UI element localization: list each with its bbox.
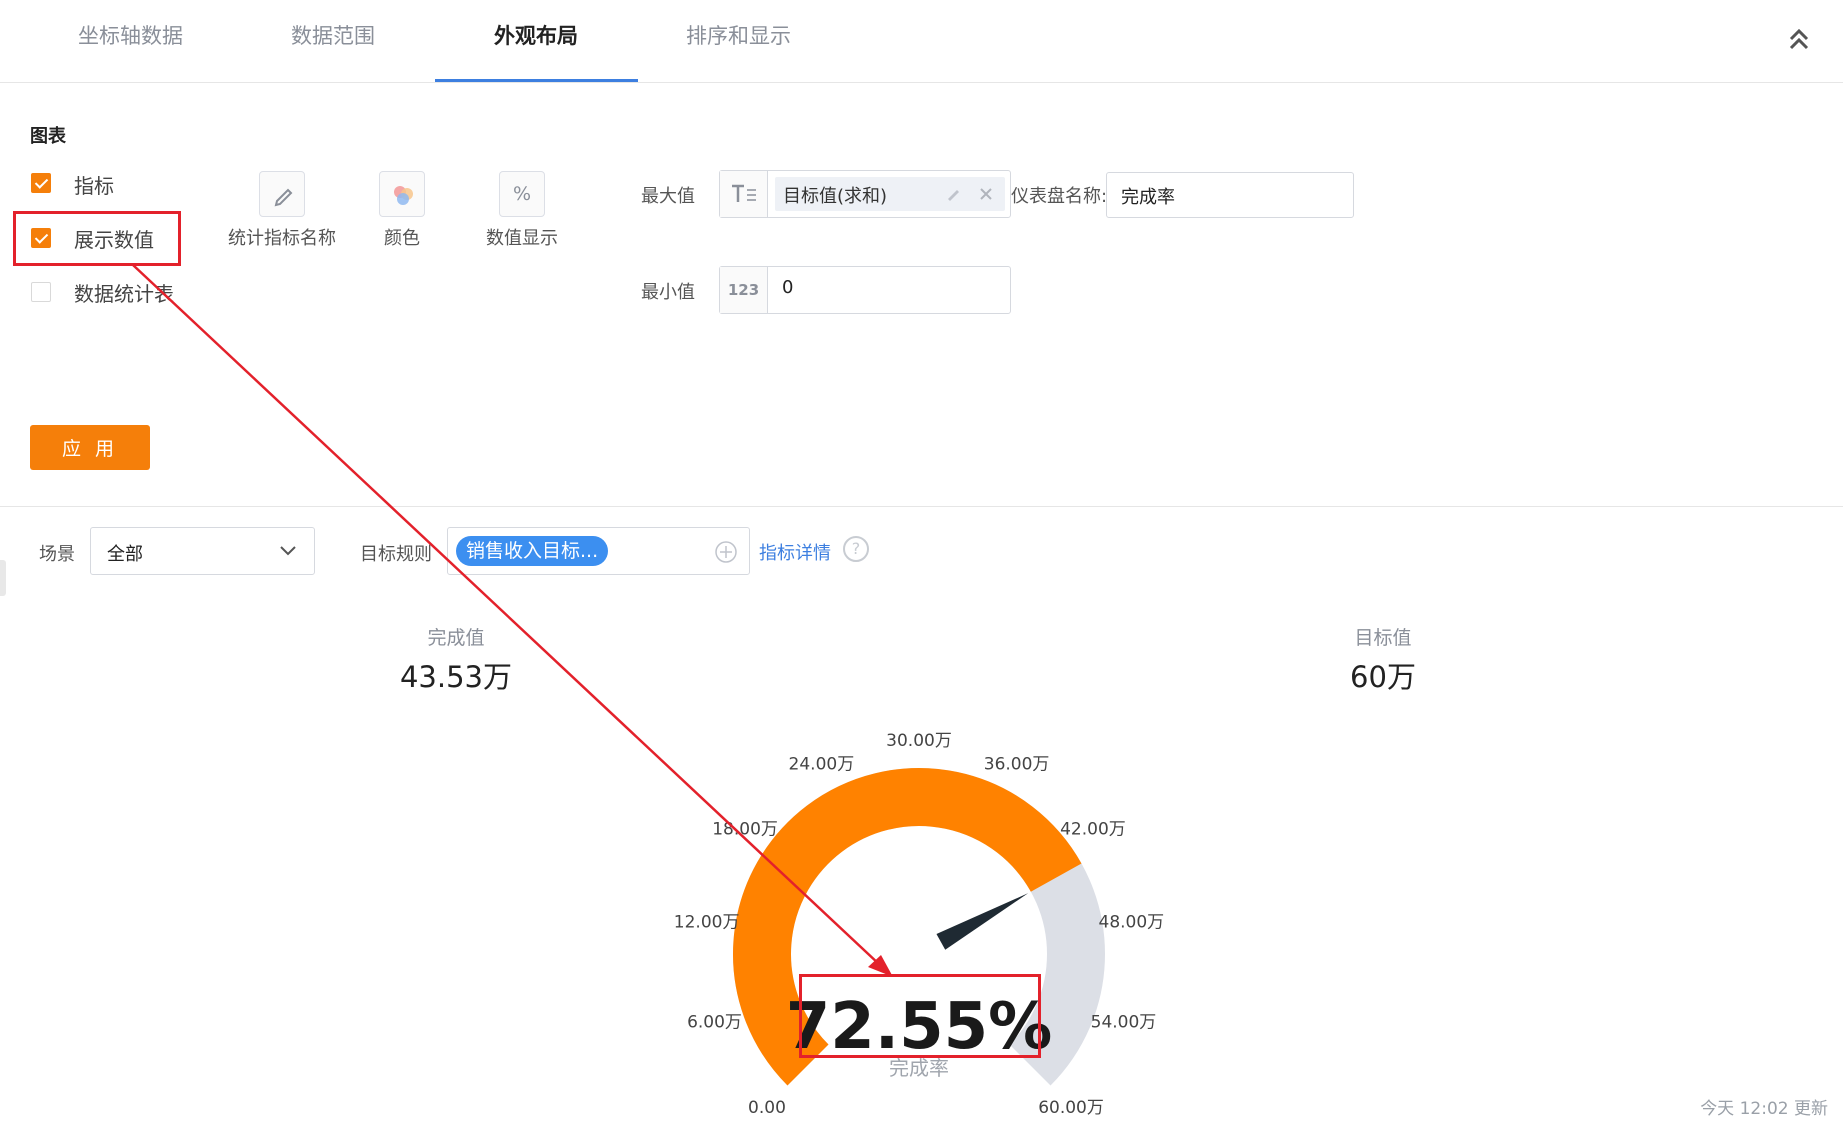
gauge-tick-label: 24.00万 [789, 754, 855, 774]
annotation-value-box [799, 974, 1041, 1058]
gauge-name-text: 完成率 [889, 1056, 949, 1080]
gauge-tick-label: 48.00万 [1099, 912, 1165, 932]
gauge-tick-label: 6.00万 [687, 1012, 742, 1032]
gauge-needle [936, 893, 1029, 950]
gauge-tick-label: 18.00万 [712, 820, 778, 840]
gauge-chart: 0.00 6.00万 12.00万 18.00万 24.00万 30.00万 36.00万 4… [674, 731, 1165, 1118]
gauge-tick-label: 60.00万 [1038, 1098, 1104, 1118]
gauge-tick-label: 42.00万 [1060, 820, 1126, 840]
gauge-tick-label: 30.00万 [886, 731, 952, 751]
last-updated-text: 今天 12:02 更新 [1700, 1099, 1828, 1119]
gauge-tick-label: 36.00万 [984, 754, 1050, 774]
gauge-tick-label: 12.00万 [674, 912, 740, 932]
gauge-tick-label: 54.00万 [1091, 1012, 1157, 1032]
gauge-tick-label: 0.00 [748, 1098, 786, 1118]
